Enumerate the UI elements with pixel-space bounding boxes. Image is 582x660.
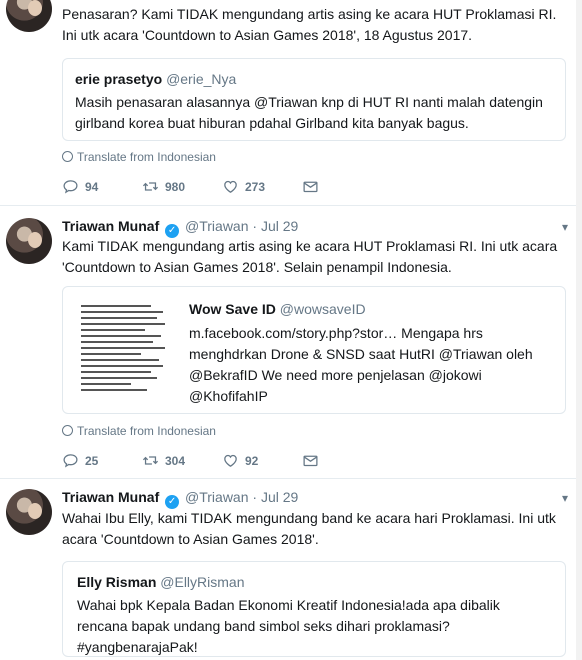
tweet-1[interactable]: Penasaran? Kami TIDAK mengundang artis a… bbox=[0, 0, 582, 205]
chevron-down-icon[interactable]: ▾ bbox=[562, 491, 568, 505]
quoted-author-handle[interactable]: @EllyRisman bbox=[160, 574, 244, 590]
translate-link[interactable]: Translate from Indonesian bbox=[62, 424, 216, 438]
quoted-author-handle[interactable]: @erie_Nya bbox=[166, 71, 236, 87]
retweet-count: 304 bbox=[165, 453, 186, 468]
reply-count: 94 bbox=[85, 179, 99, 194]
avatar[interactable] bbox=[6, 218, 52, 264]
reply-count: 25 bbox=[85, 453, 99, 468]
verified-icon: ✓ bbox=[165, 495, 180, 509]
avatar[interactable] bbox=[6, 489, 52, 535]
retweet-button[interactable]: 304 bbox=[142, 452, 185, 469]
dm-button[interactable] bbox=[302, 452, 319, 469]
quoted-tweet-image[interactable] bbox=[73, 297, 177, 401]
quoted-author-name[interactable]: Elly Risman bbox=[77, 574, 156, 590]
quoted-author-name[interactable]: erie prasetyo bbox=[75, 71, 162, 87]
quoted-tweet-text: Wahai bpk Kepala Badan Ekonomi Kreatif I… bbox=[77, 597, 500, 655]
tweet-actions: 25 304 92 bbox=[62, 452, 362, 470]
tweet-text: Kami TIDAK mengundang artis asing ke aca… bbox=[62, 238, 558, 275]
dm-button[interactable] bbox=[302, 178, 319, 195]
tweet-text: Penasaran? Kami TIDAK mengundang artis a… bbox=[62, 6, 557, 43]
quoted-tweet[interactable]: Elly Risman @EllyRisman Wahai bpk Kepala… bbox=[62, 561, 566, 657]
author-handle[interactable]: @Triawan bbox=[185, 489, 249, 505]
quoted-tweet-text: m.facebook.com/story.php?stor… Mengapa h… bbox=[189, 325, 533, 404]
tweet-2[interactable]: Triawan Munaf ✓ @Triawan · Jul 29 ▾ Kami… bbox=[0, 206, 582, 478]
tweet-date[interactable]: Jul 29 bbox=[261, 489, 298, 505]
quoted-tweet[interactable]: Wow Save ID @wowsaveID m.facebook.com/st… bbox=[62, 286, 566, 414]
dm-icon bbox=[303, 455, 318, 467]
like-button[interactable]: 273 bbox=[222, 178, 265, 195]
tweet-3[interactable]: Triawan Munaf ✓ @Triawan · Jul 29 ▾ Waha… bbox=[0, 479, 582, 660]
retweet-icon bbox=[142, 456, 159, 465]
retweet-icon bbox=[142, 182, 159, 191]
quoted-author-handle[interactable]: @wowsaveID bbox=[280, 301, 366, 317]
tweet-text: Wahai Ibu Elly, kami TIDAK mengundang ba… bbox=[62, 510, 556, 547]
tweet-date[interactable]: Jul 29 bbox=[261, 218, 298, 234]
chevron-down-icon[interactable]: ▾ bbox=[562, 220, 568, 234]
author-name[interactable]: Triawan Munaf bbox=[62, 489, 159, 505]
quoted-author-name[interactable]: Wow Save ID bbox=[189, 301, 276, 317]
tweet-actions: 94 980 273 bbox=[62, 178, 362, 196]
scrollbar[interactable] bbox=[576, 0, 582, 660]
like-icon bbox=[224, 180, 237, 193]
like-button[interactable]: 92 bbox=[222, 452, 258, 469]
tweet-header: Triawan Munaf ✓ @Triawan · Jul 29 bbox=[62, 489, 299, 509]
reply-icon bbox=[63, 180, 78, 194]
quoted-tweet-text: Masih penasaran alasannya @Triawan knp d… bbox=[75, 94, 543, 131]
avatar[interactable] bbox=[6, 0, 52, 32]
like-count: 273 bbox=[245, 179, 266, 194]
translate-link[interactable]: Translate from Indonesian bbox=[62, 150, 216, 164]
reply-icon bbox=[63, 454, 78, 468]
globe-icon bbox=[62, 151, 73, 162]
tweet-header: Triawan Munaf ✓ @Triawan · Jul 29 bbox=[62, 218, 299, 238]
author-handle[interactable]: @Triawan bbox=[185, 218, 249, 234]
like-icon bbox=[224, 454, 237, 467]
retweet-count: 980 bbox=[165, 179, 186, 194]
dm-icon bbox=[303, 181, 318, 193]
globe-icon bbox=[62, 425, 73, 436]
quoted-tweet[interactable]: erie prasetyo @erie_Nya Masih penasaran … bbox=[62, 58, 566, 141]
reply-button[interactable]: 25 bbox=[62, 452, 98, 469]
author-name[interactable]: Triawan Munaf bbox=[62, 218, 159, 234]
retweet-button[interactable]: 980 bbox=[142, 178, 185, 195]
reply-button[interactable]: 94 bbox=[62, 178, 98, 195]
like-count: 92 bbox=[245, 453, 259, 468]
